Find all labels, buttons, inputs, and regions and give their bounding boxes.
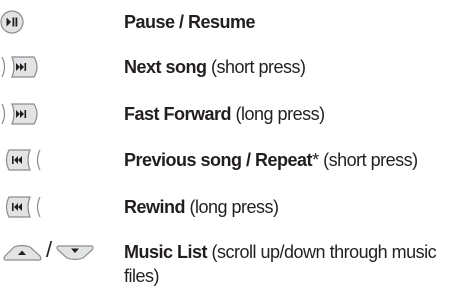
play-pause-icon — [0, 8, 105, 36]
previous-track-icon — [0, 193, 105, 221]
control-description: Fast Forward (long press) — [124, 104, 325, 124]
separator: / — [46, 237, 53, 262]
control-description: Music List (scroll up/down through music… — [124, 242, 437, 286]
control-description: Previous song / Repeat* (short press) — [124, 150, 418, 170]
control-description: Pause / Resume — [124, 12, 256, 32]
control-description: Rewind (long press) — [124, 197, 279, 217]
previous-track-icon — [0, 146, 105, 174]
next-track-icon — [0, 100, 105, 128]
next-track-icon — [0, 53, 105, 81]
up-down-keys-icon: / — [0, 237, 105, 266]
control-description: Next song (short press) — [124, 57, 306, 77]
